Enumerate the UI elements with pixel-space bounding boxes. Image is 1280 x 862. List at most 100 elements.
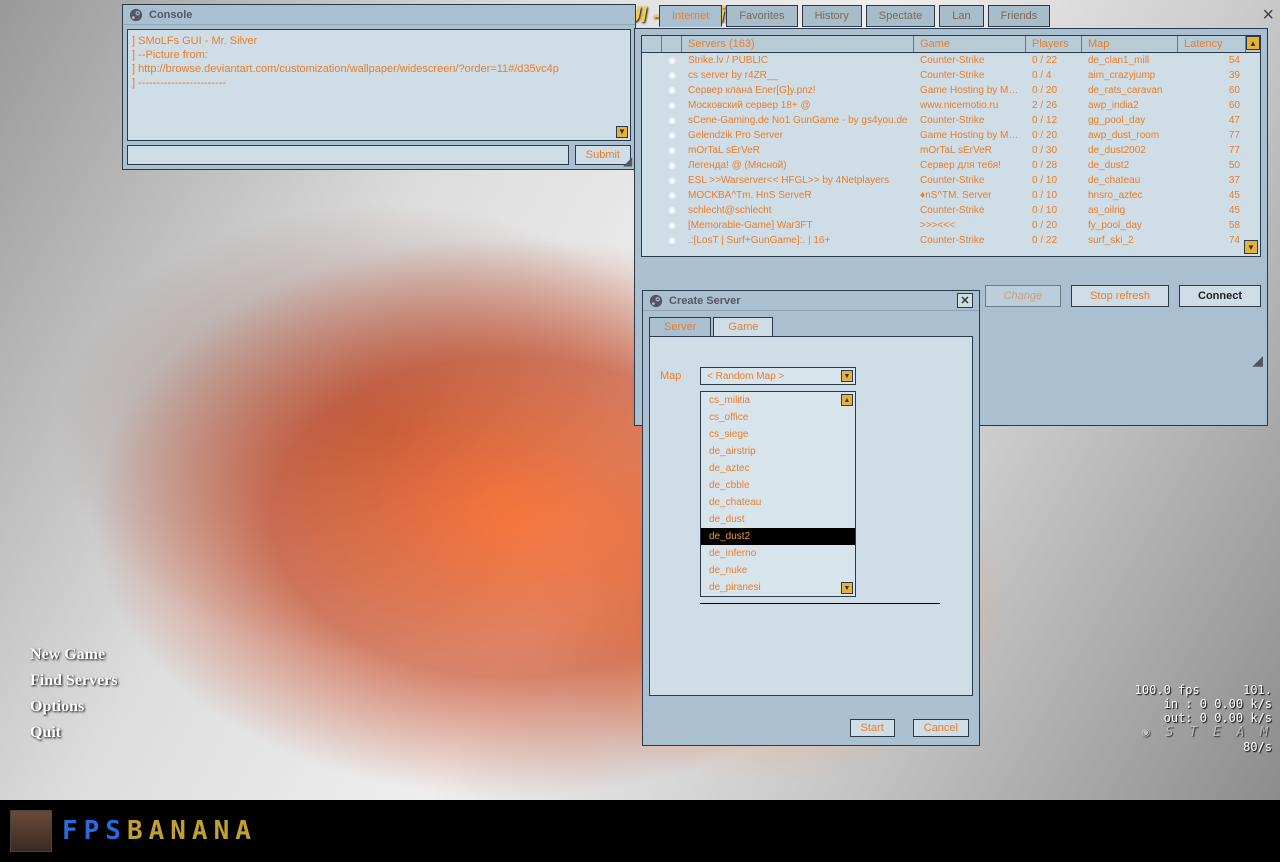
table-row[interactable]: ◉schlecht@schlechtCounter-Strike0 / 10as… <box>642 203 1260 218</box>
table-row[interactable]: ◉MOCKBA^Tm. HnS ServeR♦nS^TM. Server0 / … <box>642 188 1260 203</box>
cell-map: awp_dust_room <box>1082 130 1178 141</box>
shield-icon: ◉ <box>662 130 682 141</box>
cell-game: Counter-Strike <box>914 55 1026 66</box>
site-logo: FPSBANANA <box>62 816 257 846</box>
map-option[interactable]: de_chateau <box>701 494 855 511</box>
cell-map: de_dust2 <box>1082 160 1178 171</box>
cell-name: Легенда! @ (Мясной) <box>682 160 914 171</box>
cell-name: Gelendzik Pro Server <box>682 130 914 141</box>
cell-game: Counter-Strike <box>914 70 1026 81</box>
tab-friends[interactable]: Friends <box>988 5 1051 27</box>
cell-name: ESL >>Warserver<< HFGL>> by 4Netplayers <box>682 175 914 186</box>
map-option[interactable]: de_airstrip <box>701 443 855 460</box>
stop-refresh-button[interactable]: Stop refresh <box>1071 285 1169 307</box>
close-icon[interactable]: ✕ <box>957 293 973 308</box>
col-servers[interactable]: Servers (163) <box>682 36 914 52</box>
table-row[interactable]: ◉mOrTaL sErVeRmOrTaL sErVeR0 / 30de_dust… <box>642 143 1260 158</box>
bottom-bar: FPSBANANA <box>0 800 1280 862</box>
steam-badge: ◉ S T E A M <box>1135 725 1272 740</box>
table-row[interactable]: ◉Strike.lv / PUBLICCounter-Strike0 / 22d… <box>642 53 1260 68</box>
cancel-button[interactable]: Cancel <box>913 719 969 737</box>
connect-button[interactable]: Connect <box>1179 285 1261 307</box>
scroll-up-icon[interactable]: ▲ <box>841 394 853 406</box>
shield-icon: ◉ <box>662 190 682 201</box>
console-output[interactable]: ] SMoLFs GUI - Mr. Silver ] --Picture fr… <box>127 29 631 141</box>
cell-name: mOrTaL sErVeR <box>682 145 914 156</box>
start-button[interactable]: Start <box>850 719 895 737</box>
close-icon[interactable]: × <box>1262 4 1274 27</box>
create-tab-panel: Map < Random Map > ▼ ▲ cs_militiacs_offi… <box>649 336 973 696</box>
tab-lan[interactable]: Lan <box>939 5 983 27</box>
create-server-window: Create Server ✕ Server Game Map < Random… <box>642 290 980 746</box>
map-option[interactable]: de_inferno <box>701 545 855 562</box>
cell-map: as_oilrig <box>1082 205 1178 216</box>
map-option[interactable]: cs_office <box>701 409 855 426</box>
map-option[interactable]: de_dust2 <box>701 528 855 545</box>
tab-spectate[interactable]: Spectate <box>866 5 935 27</box>
shield-icon: ◉ <box>662 175 682 186</box>
change-button[interactable]: Change <box>985 285 1062 307</box>
cell-name: Сервер клана Ener[G]y.pnz! <box>682 85 914 96</box>
col-players[interactable]: Players <box>1026 36 1082 52</box>
table-row[interactable]: ◉ESL >>Warserver<< HFGL>> by 4Netplayers… <box>642 173 1260 188</box>
cell-map: de_rats_caravan <box>1082 85 1178 96</box>
table-row[interactable]: ◉Легенда! @ (Мясной)Сервер для тебя!0 / … <box>642 158 1260 173</box>
cell-players: 0 / 12 <box>1026 115 1082 126</box>
col-game[interactable]: Game <box>914 36 1026 52</box>
table-row[interactable]: ◉sCene-Gaming.de No1 GunGame - by gs4you… <box>642 113 1260 128</box>
cell-game: Counter-Strike <box>914 115 1026 126</box>
map-option[interactable]: de_piranesi <box>701 579 855 596</box>
shield-icon: ◉ <box>662 85 682 96</box>
map-option[interactable]: de_cbble <box>701 477 855 494</box>
separator <box>700 603 940 604</box>
table-row[interactable]: ◉cs server by r4ZR__Counter-Strike0 / 4a… <box>642 68 1260 83</box>
table-row[interactable]: ◉Московский сервер 18+ @www.nicemotio.ru… <box>642 98 1260 113</box>
cell-game: Сервер для тебя! <box>914 160 1026 171</box>
table-row[interactable]: ◉Gelendzik Pro ServerGame Hosting by MyA… <box>642 128 1260 143</box>
map-dropdown[interactable]: ▲ cs_militiacs_officecs_siegede_airstrip… <box>700 391 856 597</box>
console-titlebar[interactable]: Console <box>123 5 635 25</box>
table-row[interactable]: ◉[Memorable-Game] War3FT>>><<<0 / 20fy_p… <box>642 218 1260 233</box>
cell-latency: 58 <box>1178 220 1260 231</box>
map-option[interactable]: de_aztec <box>701 460 855 477</box>
table-row[interactable]: ◉Сервер клана Ener[G]y.pnz!Game Hosting … <box>642 83 1260 98</box>
resize-grip-icon[interactable]: ◢ <box>623 157 633 167</box>
cell-map: fy_pool_day <box>1082 220 1178 231</box>
col-map[interactable]: Map <box>1082 36 1178 52</box>
tab-server[interactable]: Server <box>649 317 711 336</box>
menu-new-game[interactable]: New Game <box>30 646 118 664</box>
cell-name: [Memorable-Game] War3FT <box>682 220 914 231</box>
shield-icon: ◉ <box>662 220 682 231</box>
col-fav[interactable] <box>662 36 682 52</box>
menu-find-servers[interactable]: Find Servers <box>30 672 118 690</box>
menu-quit[interactable]: Quit <box>30 724 118 742</box>
tab-internet[interactable]: Internet <box>659 5 722 27</box>
col-latency[interactable]: Latency <box>1178 36 1246 52</box>
cell-players: 0 / 28 <box>1026 160 1082 171</box>
cell-name: Strike.lv / PUBLIC <box>682 55 914 66</box>
tab-history[interactable]: History <box>802 5 862 27</box>
scroll-down-icon[interactable]: ▼ <box>1244 240 1258 254</box>
map-option[interactable]: cs_militia <box>701 392 855 409</box>
map-option[interactable]: de_nuke <box>701 562 855 579</box>
map-select[interactable]: < Random Map > ▼ <box>700 367 856 385</box>
map-option[interactable]: de_dust <box>701 511 855 528</box>
console-window: Console ] SMoLFs GUI - Mr. Silver ] --Pi… <box>122 4 636 170</box>
chevron-down-icon[interactable]: ▼ <box>841 370 853 382</box>
table-row[interactable]: ◉.:[LosT | Surf+GunGame]:. | 16+Counter-… <box>642 233 1260 248</box>
shield-icon: ◉ <box>662 100 682 111</box>
tab-game[interactable]: Game <box>713 317 773 336</box>
console-title-text: Console <box>149 9 192 21</box>
resize-grip-icon[interactable]: ◢ <box>1252 352 1263 369</box>
scroll-up-icon[interactable]: ▲ <box>1246 36 1260 50</box>
tab-favorites[interactable]: Favorites <box>726 5 797 27</box>
scroll-down-icon[interactable]: ▼ <box>616 126 628 138</box>
cell-players: 0 / 4 <box>1026 70 1082 81</box>
create-titlebar[interactable]: Create Server ✕ <box>643 291 979 311</box>
cell-players: 0 / 10 <box>1026 175 1082 186</box>
scroll-down-icon[interactable]: ▼ <box>841 582 853 594</box>
console-input[interactable] <box>127 145 569 165</box>
col-lock[interactable] <box>642 36 662 52</box>
menu-options[interactable]: Options <box>30 698 118 716</box>
map-option[interactable]: cs_siege <box>701 426 855 443</box>
